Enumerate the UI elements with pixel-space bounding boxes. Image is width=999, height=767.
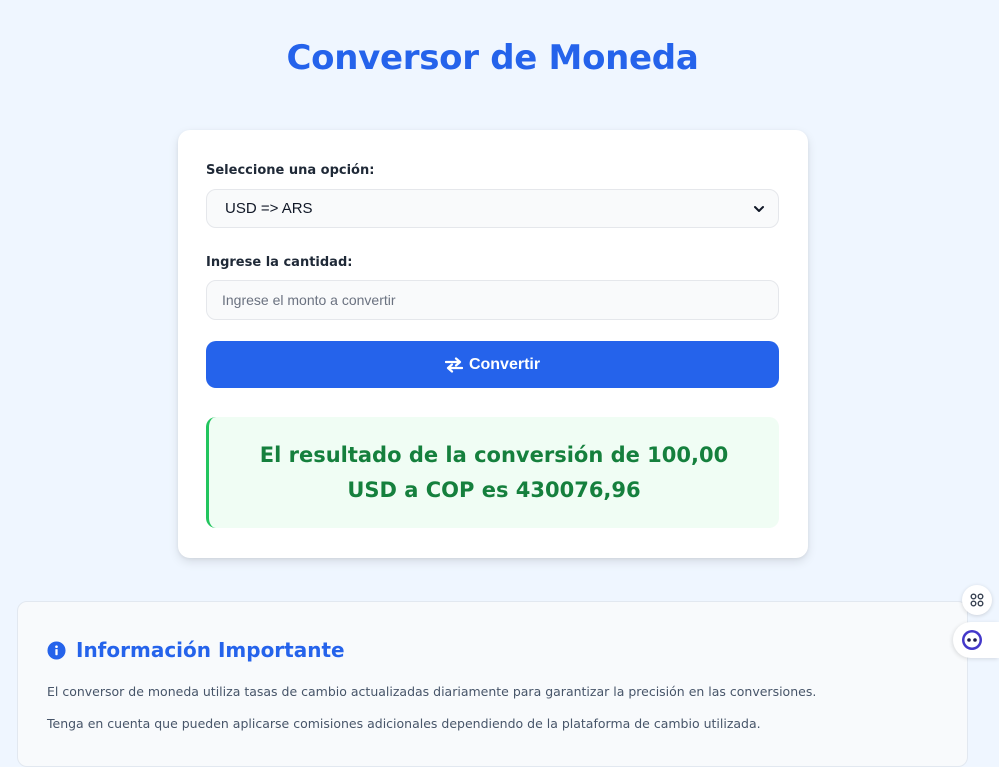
command-icon — [970, 593, 984, 607]
assistant-face-icon — [962, 630, 982, 650]
page-title: Conversor de Moneda — [286, 38, 699, 78]
select-label: Seleccione una opción: — [206, 163, 375, 178]
info-paragraph: Tenga en cuenta que pueden aplicarse com… — [47, 716, 761, 731]
currency-select[interactable]: USD => ARS — [206, 189, 779, 228]
result-text: El resultado de la conversión de 100,00 … — [259, 442, 729, 502]
info-title: Información Importante — [76, 638, 345, 662]
info-circle-icon — [47, 640, 66, 660]
amount-input[interactable] — [206, 280, 779, 320]
chevron-down-icon — [754, 205, 764, 212]
convert-button-label: Convertir — [468, 355, 541, 373]
info-paragraph: El conversor de moneda utiliza tasas de … — [47, 684, 817, 699]
info-header: Información Importante — [47, 638, 345, 662]
amount-label: Ingrese la cantidad: — [206, 255, 353, 270]
info-panel: Información Importante El conversor de m… — [17, 601, 968, 767]
swap-arrows-icon — [444, 356, 463, 373]
convert-button[interactable]: Convertir — [206, 341, 779, 388]
assistant-button[interactable] — [953, 622, 999, 658]
floating-menu-button[interactable] — [962, 585, 992, 615]
result-box: El resultado de la conversión de 100,00 … — [206, 417, 779, 528]
currency-select-value: USD => ARS — [225, 200, 313, 217]
converter-card: Seleccione una opción: USD => ARS Ingres… — [178, 130, 808, 558]
